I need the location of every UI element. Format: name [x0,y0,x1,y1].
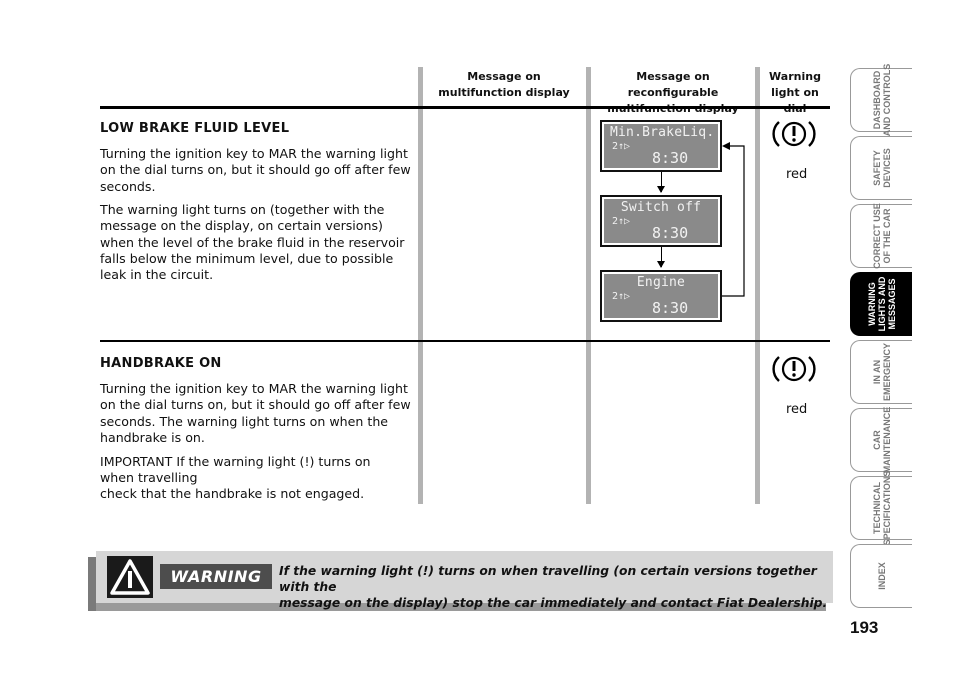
lcd-message: Min.BrakeLiq. [610,125,715,140]
tab-correct-use-of-the-car[interactable]: CORRECT USE OF THE CAR [850,203,912,269]
tab-label: SAFETY [871,150,882,186]
brake-warning-icon [772,121,816,147]
tab-label: DEVICES [881,148,892,188]
warning-box-shadow [88,557,96,611]
tab-label: CORRECT USE [871,203,882,269]
tab-warning-lights-and-messages[interactable]: WARNING LIGHTS AND MESSAGES [850,272,912,336]
brake-warning-icon [772,356,816,382]
warning-box-body: WARNING If the warning light (!) turns o… [96,551,833,610]
flow-loop-arrow-icon [722,142,745,297]
lcd-display-switch-off: Switch off 2↑▷ 8:30 [600,195,722,247]
lcd-clock: 8:30 [652,299,689,317]
warning-label: WARNING [160,564,272,589]
tab-label: OF THE CAR [881,208,892,264]
lcd-gear-indicator: 2↑▷ [612,216,631,227]
lcd-display-min-brake-liq: Min.BrakeLiq. 2↑▷ 8:30 [600,120,722,172]
column-divider [418,67,423,504]
paragraph: Turning the ignition key to MAR the warn… [100,146,411,194]
lcd-clock: 8:30 [652,224,689,242]
tab-technical-specifications[interactable]: TECHNICAL SPECIFICATIONS [850,471,912,545]
flow-arrow-down-icon [657,247,665,268]
warning-triangle-icon [107,556,153,598]
tab-label: WARNING [866,282,877,326]
tab-safety-devices[interactable]: SAFETY DEVICES [850,136,912,200]
column-divider [755,67,760,504]
warning-light-color: red [786,167,808,182]
tab-label: DASHBOARD [871,70,882,130]
lcd-clock: 8:30 [652,149,689,167]
column-header-reconfigurable: Message on reconfigurable multifunction … [607,70,738,115]
header-rule [100,106,830,109]
tab-label: LIGHTS AND [876,276,887,332]
lcd-gear-indicator: 2↑▷ [612,141,631,152]
tab-label: IN AN [871,359,882,385]
tab-label: INDEX [876,562,887,590]
tab-in-an-emergency[interactable]: IN AN EMERGENCY [850,340,912,404]
paragraph: IMPORTANT If the warning light (!) turns… [100,454,371,486]
tab-index[interactable]: INDEX [850,544,912,608]
warning-text-line: message on the display) stop the car imm… [279,596,828,610]
tab-car-maintenance[interactable]: CAR MAINTENANCE [850,406,912,474]
tab-label: TECHNICAL [871,482,882,534]
warning-box: WARNING If the warning light (!) turns o… [88,551,833,611]
tab-label: CAR [871,430,882,450]
lcd-message: Engine [636,275,686,290]
tab-label: AND CONTROLS [881,63,892,137]
paragraph: check that the handbrake is not engaged. [100,486,365,501]
warning-text: If the warning light (!) turns on when t… [279,563,833,611]
section-title-low-brake-fluid: LOW BRAKE FLUID LEVEL [100,121,290,136]
tab-dashboard-and-controls[interactable]: DASHBOARD AND CONTROLS [850,64,912,136]
lcd-display-engine: Engine 2↑▷ 8:30 [600,270,722,322]
section-rule [100,340,830,342]
flow-arrow-down-icon [657,172,665,193]
section-title-handbrake-on: HANDBRAKE ON [100,356,222,371]
lcd-gear-indicator: 2↑▷ [612,291,631,302]
paragraph: The warning light turns on (together wit… [100,202,405,283]
page-number: 193 [850,618,879,637]
warning-light-color: red [786,402,808,417]
lcd-message: Switch off [620,200,702,215]
paragraph: Turning the ignition key to MAR the warn… [100,381,411,445]
column-header-multifunction: Message on multifunction display [438,70,570,99]
tab-label: MAINTENANCE [881,406,892,474]
warning-text-line: If the warning light (!) turns on when t… [279,564,817,594]
tab-label: MESSAGES [886,278,897,330]
tab-label: SPECIFICATIONS [881,470,892,546]
column-divider [586,67,591,504]
tab-label: EMERGENCY [881,342,892,402]
column-header-warning-light: Warning light on dial [769,70,821,115]
